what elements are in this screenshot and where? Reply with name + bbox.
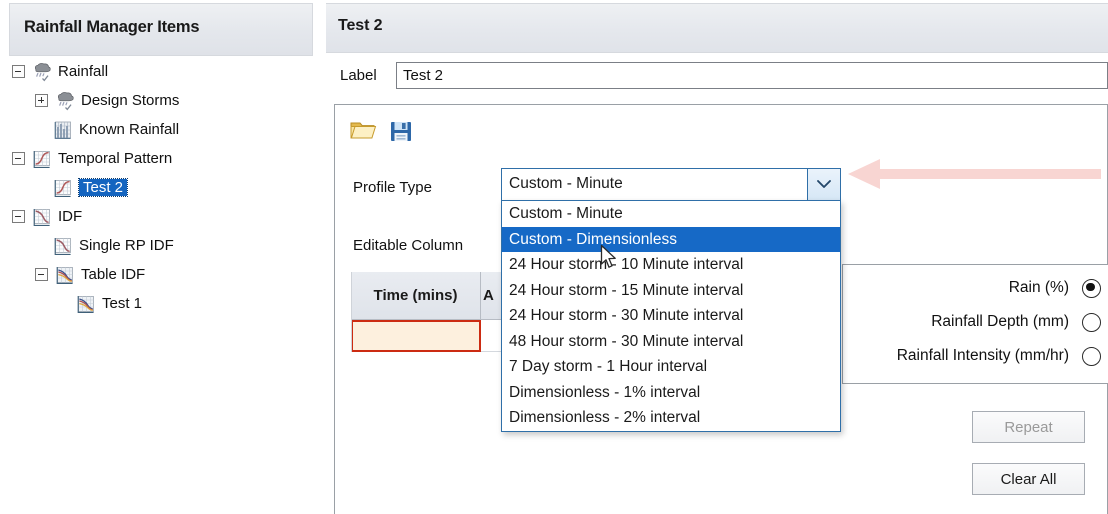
rainfall-manager-window: Rainfall Manager Items Rainfall Design S… <box>0 0 1108 514</box>
tree-item-test-1[interactable]: Test 1 <box>9 289 314 318</box>
table-row[interactable] <box>351 320 511 352</box>
left-panel-title: Rainfall Manager Items <box>24 18 200 36</box>
expander-minus-icon[interactable] <box>12 65 25 78</box>
dropdown-option-48h-30min[interactable]: 48 Hour storm - 30 Minute interval <box>502 329 840 355</box>
tree-item-label: Known Rainfall <box>79 121 180 138</box>
radio-row-rain-percent[interactable]: Rain (%) <box>1009 273 1101 303</box>
rain-cloud-icon <box>31 62 53 82</box>
profile-toolbar <box>345 115 545 151</box>
tree-item-idf[interactable]: IDF <box>9 202 314 231</box>
dropdown-option-7day-1hour[interactable]: 7 Day storm - 1 Hour interval <box>502 354 840 380</box>
radio-label: Rainfall Depth (mm) <box>931 313 1069 330</box>
dropdown-option-custom-dimensionless[interactable]: Custom - Dimensionless <box>502 226 840 252</box>
table-header-time: Time (mins) <box>351 272 481 320</box>
table-left-rule <box>351 272 352 352</box>
tree-item-rainfall[interactable]: Rainfall <box>9 57 314 86</box>
tree-item-temporal-pattern[interactable]: Temporal Pattern <box>9 144 314 173</box>
tree-item-label: Design Storms <box>81 92 180 109</box>
tree-item-label: Single RP IDF <box>79 237 174 254</box>
expander-plus-icon[interactable] <box>35 94 48 107</box>
dropdown-option-dimensionless-2pct[interactable]: Dimensionless - 2% interval <box>502 405 840 431</box>
tree-item-label: Rainfall <box>58 63 109 80</box>
editable-column-label: Editable Column <box>353 237 464 254</box>
expander-minus-icon[interactable] <box>35 268 48 281</box>
tree-item-label: IDF <box>58 208 83 225</box>
dropdown-option-24h-15min[interactable]: 24 Hour storm - 15 Minute interval <box>502 278 840 304</box>
rain-units-radio-group: Rain (%) Rainfall Depth (mm) Rainfall In… <box>842 264 1108 384</box>
decay-curve-icon <box>31 207 53 227</box>
table-cell-time-active[interactable] <box>351 320 481 352</box>
save-disk-icon[interactable] <box>385 115 417 147</box>
radio-label: Rain (%) <box>1008 279 1069 296</box>
tree-item-known-rainfall[interactable]: Known Rainfall <box>9 115 314 144</box>
page-title: Test 2 <box>338 17 383 34</box>
tree-item-label: Test 1 <box>102 295 143 312</box>
radio-button-rain-percent[interactable] <box>1082 278 1101 298</box>
rainfall-items-tree[interactable]: Rainfall Design Storms Known Rainfall Te… <box>9 57 314 318</box>
s-curve-chart-icon <box>52 178 74 198</box>
dropdown-option-dimensionless-1pct[interactable]: Dimensionless - 1% interval <box>502 380 840 406</box>
profile-type-label: Profile Type <box>353 179 432 196</box>
multi-curve-icon <box>75 294 97 314</box>
multi-curve-icon <box>54 265 76 285</box>
tree-item-label: Table IDF <box>81 266 146 283</box>
s-curve-chart-icon <box>31 149 53 169</box>
decay-curve-icon <box>52 236 74 256</box>
main-panel-header: Test 2 <box>326 3 1108 53</box>
tree-item-design-storms[interactable]: Design Storms <box>9 86 314 115</box>
table-header-row: Time (mins) A <box>351 272 511 320</box>
radio-button-rainfall-intensity[interactable] <box>1082 346 1101 366</box>
label-caption: Label <box>340 67 377 84</box>
radio-row-rainfall-depth[interactable]: Rainfall Depth (mm) <box>931 307 1101 337</box>
temporal-pattern-table[interactable]: Time (mins) A <box>351 272 511 352</box>
open-folder-icon[interactable] <box>347 115 379 147</box>
chevron-down-icon[interactable] <box>807 169 840 200</box>
temporal-pattern-editor-panel: Test 2 Label Test 2 Profile Type Editabl… <box>326 0 1108 514</box>
rain-cloud-icon <box>54 91 76 111</box>
profile-type-value: Custom - Minute <box>509 175 623 192</box>
rain-bars-icon <box>52 120 74 140</box>
clear-all-button[interactable]: Clear All <box>972 463 1085 495</box>
left-panel-header: Rainfall Manager Items <box>9 3 313 56</box>
label-input[interactable] <box>396 62 1108 89</box>
radio-row-rainfall-intensity[interactable]: Rainfall Intensity (mm/hr) <box>897 341 1101 371</box>
tree-item-table-idf[interactable]: Table IDF <box>9 260 314 289</box>
tree-item-single-rp-idf[interactable]: Single RP IDF <box>9 231 314 260</box>
tree-item-label: Temporal Pattern <box>58 150 173 167</box>
label-row: Label <box>326 62 1108 92</box>
tree-item-label-selected: Test 2 <box>77 178 129 197</box>
dropdown-option-24h-30min[interactable]: 24 Hour storm - 30 Minute interval <box>502 303 840 329</box>
profile-type-combobox[interactable]: Custom - Minute <box>501 168 841 201</box>
radio-button-rainfall-depth[interactable] <box>1082 312 1101 332</box>
expander-minus-icon[interactable] <box>12 210 25 223</box>
rainfall-manager-items-panel: Rainfall Manager Items Rainfall Design S… <box>0 0 318 514</box>
dropdown-option-24h-10min[interactable]: 24 Hour storm - 10 Minute interval <box>502 252 840 278</box>
repeat-button[interactable]: Repeat <box>972 411 1085 443</box>
profile-type-dropdown-list[interactable]: Custom - Minute Custom - Dimensionless 2… <box>501 200 841 432</box>
dropdown-option-custom-minute[interactable]: Custom - Minute <box>502 201 840 227</box>
expander-minus-icon[interactable] <box>12 152 25 165</box>
tree-item-test-2[interactable]: Test 2 <box>9 173 314 202</box>
radio-label: Rainfall Intensity (mm/hr) <box>896 347 1069 364</box>
